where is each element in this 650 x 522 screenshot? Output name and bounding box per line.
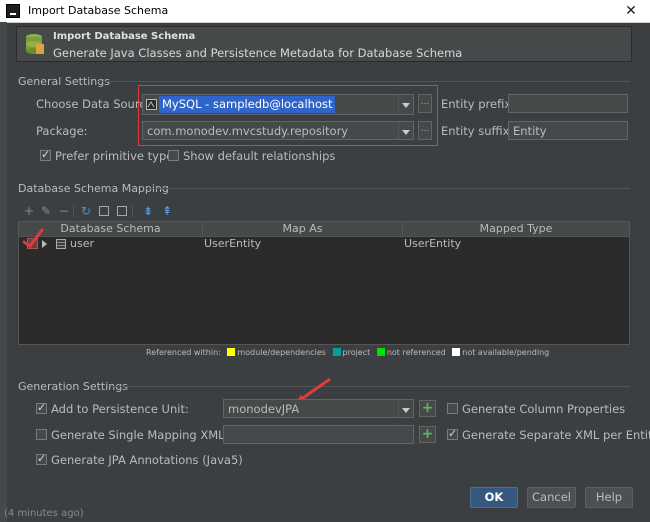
entity-prefix-label: Entity prefix: [441, 97, 516, 111]
add-persistence-unit-button[interactable]: + [419, 400, 436, 417]
check-all-icon[interactable] [99, 206, 109, 216]
edit-icon[interactable]: ✎ [39, 204, 53, 218]
intellij-app-icon [6, 4, 20, 18]
single-mapping-label: Generate Single Mapping XML: [51, 428, 229, 442]
cell-mapped-type: UserEntity [404, 237, 462, 250]
legend-label: not available/pending [462, 348, 550, 357]
package-combo[interactable]: com.monodev.mvcstudy.repository [142, 121, 414, 140]
package-more-button[interactable]: ... [418, 121, 432, 140]
prefer-primitive-checkbox[interactable] [40, 148, 51, 161]
datasource-icon [146, 99, 157, 110]
show-default-label: Show default relationships [183, 149, 336, 163]
chevron-down-icon[interactable] [398, 95, 413, 114]
single-mapping-checkbox[interactable] [36, 429, 47, 440]
column-props-checkbox[interactable] [447, 403, 458, 414]
single-mapping-input[interactable] [223, 425, 414, 444]
legend-label: module/dependencies [237, 348, 326, 357]
prefer-primitive-label: Prefer primitive types [55, 149, 180, 163]
collapse-all-icon[interactable]: ⇞ [160, 204, 174, 218]
reference-legend: Referenced within: module/dependencies p… [146, 348, 549, 357]
header-subtitle: Generate Java Classes and Persistence Me… [53, 46, 463, 60]
mapping-toolbar: + ✎ − ↻ ⇟ ⇞ [20, 203, 200, 219]
window-title: Import Database Schema [28, 4, 169, 17]
refresh-icon[interactable]: ↻ [79, 204, 93, 218]
legend-label: not referenced [386, 348, 446, 357]
legend-swatch [227, 348, 236, 356]
help-button[interactable]: Help [585, 487, 633, 508]
datasource-label: Choose Data Source: [36, 97, 157, 111]
dialog-header: Import Database Schema Generate Java Cla… [16, 26, 632, 62]
toolbar-divider [73, 205, 74, 217]
datasource-more-button[interactable]: ... [418, 94, 432, 113]
persistence-unit-combo[interactable]: monodevJPA [223, 399, 414, 418]
legend-swatch [376, 348, 385, 356]
annotation-arrow-icon [22, 228, 44, 248]
table-icon [56, 239, 66, 249]
cell-map-as[interactable]: UserEntity [204, 237, 261, 251]
legend-swatch [452, 348, 461, 356]
legend-prefix: Referenced within: [146, 348, 221, 357]
background-ide-strip [0, 22, 7, 522]
table-header: Database Schema Map As Mapped Type [19, 222, 629, 237]
datasource-combo[interactable]: MySQL - sampledb@localhost [142, 94, 414, 115]
persistence-unit-value: monodevJPA [228, 402, 300, 416]
add-persistence-label: Add to Persistence Unit: [51, 402, 189, 416]
column-props-label: Generate Column Properties [462, 402, 626, 416]
entity-suffix-input[interactable]: Entity [508, 121, 628, 140]
separate-xml-label: Generate Separate XML per Entity [462, 428, 650, 442]
entity-suffix-label: Entity suffix: [441, 124, 514, 138]
column-header-map-as[interactable]: Map As [202, 222, 402, 236]
show-default-checkbox[interactable] [168, 150, 179, 161]
remove-icon[interactable]: − [57, 204, 71, 218]
separate-xml-checkbox[interactable] [447, 427, 458, 440]
jpa-annotations-checkbox[interactable] [36, 452, 47, 465]
add-mapping-button[interactable]: + [419, 426, 436, 443]
close-icon[interactable]: ✕ [620, 1, 642, 21]
entity-prefix-input[interactable] [508, 94, 628, 113]
header-title: Import Database Schema [53, 31, 196, 42]
datasource-value: MySQL - sampledb@localhost [159, 96, 336, 113]
legend-swatch [332, 348, 341, 356]
column-header-mapped-type[interactable]: Mapped Type [402, 222, 629, 236]
ok-button[interactable]: OK [470, 487, 518, 508]
chevron-down-icon[interactable] [398, 122, 413, 139]
legend-label: project [342, 348, 371, 357]
window-titlebar: Import Database Schema ✕ [0, 0, 650, 23]
column-header-schema[interactable]: Database Schema [19, 222, 202, 236]
package-value: com.monodev.mvcstudy.repository [147, 124, 349, 138]
mapping-separator [146, 188, 630, 189]
schema-mapping-table: Database Schema Map As Mapped Type user … [18, 221, 630, 345]
toolbar-divider [132, 205, 133, 217]
chevron-down-icon[interactable] [398, 400, 413, 417]
add-persistence-checkbox[interactable] [36, 401, 47, 414]
generation-separator [112, 386, 630, 387]
cell-schema: user [70, 237, 94, 250]
general-settings-separator [96, 81, 630, 82]
background-status-text: (4 minutes ago) [4, 508, 84, 519]
add-icon[interactable]: + [22, 204, 36, 218]
uncheck-all-icon[interactable] [117, 206, 127, 216]
cancel-button[interactable]: Cancel [527, 487, 576, 508]
expand-all-icon[interactable]: ⇟ [141, 204, 155, 218]
table-row[interactable]: user UserEntity UserEntity [19, 237, 629, 251]
package-label: Package: [36, 124, 88, 138]
jpa-annotations-label: Generate JPA Annotations (Java5) [51, 453, 243, 467]
database-schema-icon [26, 34, 44, 54]
